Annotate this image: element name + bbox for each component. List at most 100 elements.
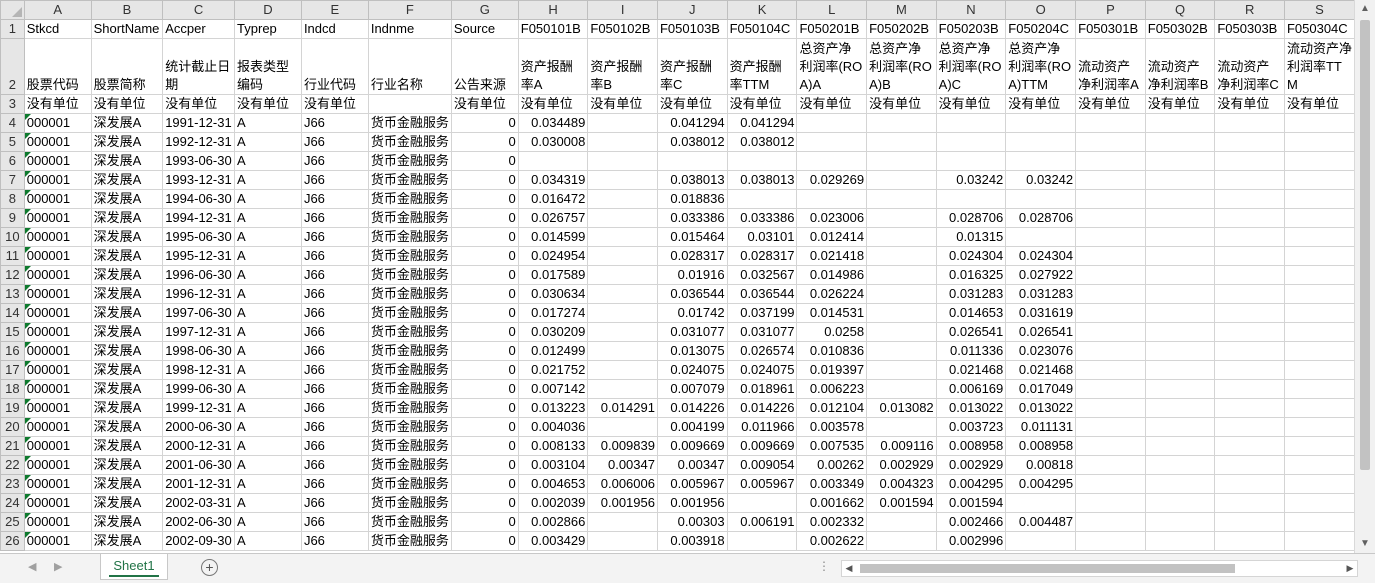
cell[interactable]: 0.029269 xyxy=(796,170,868,190)
cell[interactable]: 0.014653 xyxy=(935,303,1007,323)
cell[interactable]: 0.014531 xyxy=(796,303,868,323)
cell[interactable]: 0.032567 xyxy=(726,265,798,285)
cell[interactable] xyxy=(1283,455,1355,475)
cell[interactable]: 货币金融服务 xyxy=(367,455,452,475)
cell[interactable] xyxy=(1144,531,1216,551)
cell[interactable]: 没有单位 xyxy=(1214,94,1285,114)
cell[interactable] xyxy=(1075,303,1146,323)
spreadsheet-grid[interactable]: ABCDEFGHIJKLMNOPQRS 1 Stkcd ShortName Accpe… xyxy=(0,0,1355,553)
cell[interactable] xyxy=(1214,474,1285,494)
cell[interactable] xyxy=(1075,208,1146,228)
cell[interactable]: 2000-06-30 xyxy=(162,417,236,437)
cell[interactable]: A xyxy=(234,531,302,551)
cell[interactable] xyxy=(726,531,798,551)
cell[interactable] xyxy=(866,208,937,228)
row-header[interactable]: 14 xyxy=(0,303,25,323)
cell[interactable]: 没有单位 xyxy=(450,94,519,114)
cell[interactable]: 2001-06-30 xyxy=(162,455,236,475)
cell[interactable]: 0.009669 xyxy=(726,436,798,456)
cell[interactable]: A xyxy=(234,246,302,266)
cell[interactable]: 0.001956 xyxy=(656,493,728,513)
cell[interactable]: 0.024304 xyxy=(1005,246,1077,266)
cell[interactable]: 0.006169 xyxy=(935,379,1007,399)
cell[interactable]: 0.03242 xyxy=(1005,170,1077,190)
cell[interactable]: 0.024954 xyxy=(517,246,589,266)
cell[interactable] xyxy=(935,132,1007,152)
cell[interactable]: 0 xyxy=(450,436,519,456)
row-header[interactable]: 2 xyxy=(0,38,25,95)
cell[interactable]: 0.028706 xyxy=(1005,208,1077,228)
cell[interactable]: 0.011131 xyxy=(1005,417,1077,437)
cell[interactable] xyxy=(1214,113,1285,133)
cell[interactable]: A xyxy=(234,512,302,532)
cell[interactable]: 000001 xyxy=(23,246,92,266)
cell[interactable]: 0.014986 xyxy=(796,265,868,285)
cell[interactable] xyxy=(1283,322,1355,342)
cell[interactable]: 深发展A xyxy=(90,322,164,342)
cell[interactable]: 000001 xyxy=(23,436,92,456)
cell[interactable]: 货币金融服务 xyxy=(367,398,452,418)
row-header[interactable]: 24 xyxy=(0,493,25,513)
row-header[interactable]: 13 xyxy=(0,284,25,304)
cell[interactable] xyxy=(866,246,937,266)
cell[interactable] xyxy=(587,113,658,133)
cell[interactable]: J66 xyxy=(300,398,369,418)
cell[interactable]: 0.006223 xyxy=(796,379,868,399)
cell[interactable]: F050201B xyxy=(796,19,868,39)
cell[interactable] xyxy=(1214,360,1285,380)
cell[interactable]: 资产报酬率A xyxy=(517,38,589,95)
cell[interactable]: 000001 xyxy=(23,322,92,342)
cell[interactable] xyxy=(1005,227,1077,247)
cell[interactable]: 0 xyxy=(450,132,519,152)
cell[interactable]: 0.030634 xyxy=(517,284,589,304)
cell[interactable]: 深发展A xyxy=(90,208,164,228)
cell[interactable]: 0.031077 xyxy=(656,322,728,342)
column-header-e[interactable]: E xyxy=(300,0,369,20)
cell[interactable]: 0.012104 xyxy=(796,398,868,418)
cell[interactable]: 2000-12-31 xyxy=(162,436,236,456)
cell[interactable]: 深发展A xyxy=(90,170,164,190)
cell[interactable]: 1998-12-31 xyxy=(162,360,236,380)
cell[interactable]: 资产报酬率B xyxy=(587,38,658,95)
row-header[interactable]: 25 xyxy=(0,512,25,532)
cell-table[interactable]: ABCDEFGHIJKLMNOPQRS 1 Stkcd ShortName Accpe… xyxy=(0,0,1355,551)
cell[interactable] xyxy=(1144,474,1216,494)
cell[interactable]: 1999-06-30 xyxy=(162,379,236,399)
row-header[interactable]: 19 xyxy=(0,398,25,418)
cell[interactable]: 1995-06-30 xyxy=(162,227,236,247)
row-header[interactable]: 7 xyxy=(0,170,25,190)
cell[interactable] xyxy=(1144,322,1216,342)
row-header[interactable]: 23 xyxy=(0,474,25,494)
cell[interactable] xyxy=(796,189,868,209)
cell[interactable] xyxy=(866,303,937,323)
cell[interactable] xyxy=(1075,341,1146,361)
cell[interactable]: 0.041294 xyxy=(656,113,728,133)
row-header[interactable]: 17 xyxy=(0,360,25,380)
cell[interactable]: J66 xyxy=(300,493,369,513)
cell[interactable]: 深发展A xyxy=(90,531,164,551)
cell[interactable] xyxy=(1144,341,1216,361)
cell[interactable]: A xyxy=(234,132,302,152)
cell[interactable] xyxy=(1144,113,1216,133)
cell[interactable]: 1999-12-31 xyxy=(162,398,236,418)
cell[interactable]: 0.017049 xyxy=(1005,379,1077,399)
cell[interactable]: 0.017589 xyxy=(517,265,589,285)
cell[interactable]: 0.00347 xyxy=(656,455,728,475)
cell[interactable]: 0.01315 xyxy=(935,227,1007,247)
cell[interactable]: 0.002929 xyxy=(935,455,1007,475)
cell[interactable]: 0.014226 xyxy=(656,398,728,418)
cell[interactable] xyxy=(866,360,937,380)
cell[interactable]: A xyxy=(234,227,302,247)
cell[interactable]: J66 xyxy=(300,113,369,133)
cell[interactable]: 0.004199 xyxy=(656,417,728,437)
cell[interactable]: 没有单位 xyxy=(935,94,1007,114)
cell[interactable] xyxy=(1214,227,1285,247)
cell[interactable]: 0 xyxy=(450,474,519,494)
cell[interactable]: 统计截止日期 xyxy=(162,38,236,95)
cell[interactable]: 0 xyxy=(450,417,519,437)
cell[interactable]: 货币金融服务 xyxy=(367,303,452,323)
row-header[interactable]: 8 xyxy=(0,189,25,209)
cell[interactable]: 0.030008 xyxy=(517,132,589,152)
cell[interactable]: 0.00262 xyxy=(796,455,868,475)
cell[interactable] xyxy=(726,189,798,209)
